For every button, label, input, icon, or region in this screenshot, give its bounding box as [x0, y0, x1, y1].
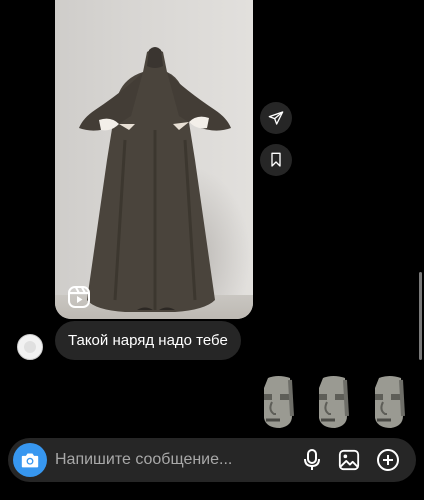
- gallery-icon: [338, 449, 360, 471]
- gallery-button[interactable]: [337, 448, 361, 472]
- sender-avatar[interactable]: [17, 334, 43, 360]
- message-composer: [8, 438, 416, 482]
- share-reel-button[interactable]: [260, 102, 292, 134]
- shared-reel-preview[interactable]: [55, 0, 253, 319]
- moai-emoji[interactable]: [313, 374, 355, 430]
- reels-icon: [67, 285, 91, 309]
- plus-circle-icon: [377, 449, 399, 471]
- moai-emoji[interactable]: [369, 374, 411, 430]
- reel-video-frame: [79, 47, 231, 312]
- send-icon: [268, 111, 284, 125]
- bookmark-icon: [271, 152, 281, 167]
- message-input[interactable]: [55, 438, 285, 482]
- voice-message-button[interactable]: [300, 448, 324, 472]
- moai-emoji[interactable]: [258, 374, 300, 430]
- camera-icon: [21, 453, 39, 468]
- microphone-icon: [304, 449, 320, 470]
- camera-button[interactable]: [13, 443, 47, 477]
- add-content-button[interactable]: [376, 448, 400, 472]
- save-reel-button[interactable]: [260, 144, 292, 176]
- message-bubble[interactable]: Такой наряд надо тебе: [55, 321, 241, 360]
- message-text: Такой наряд надо тебе: [68, 332, 228, 349]
- scrollbar[interactable]: [419, 272, 422, 360]
